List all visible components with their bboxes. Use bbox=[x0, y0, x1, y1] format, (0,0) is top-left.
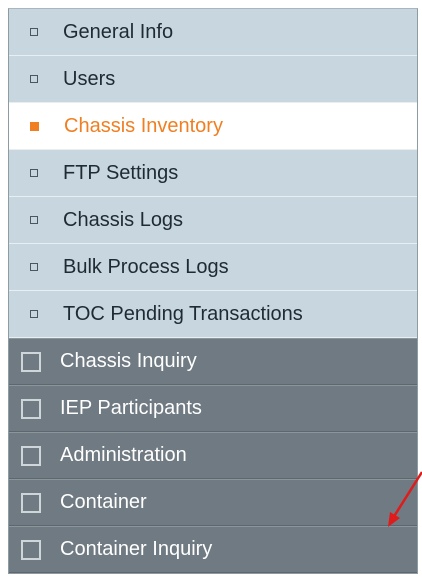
menu-item-container-inquiry[interactable]: Container Inquiry bbox=[9, 526, 417, 573]
submenu-item-general-info[interactable]: General Info bbox=[9, 9, 417, 56]
submenu-item-users[interactable]: Users bbox=[9, 56, 417, 103]
menu-item-label: Chassis Inquiry bbox=[60, 350, 197, 372]
navigation-menu: General Info Users Chassis Inventory FTP… bbox=[8, 8, 418, 574]
submenu-item-label: Users bbox=[63, 67, 116, 90]
bullet-icon bbox=[30, 169, 38, 177]
submenu-item-label: FTP Settings bbox=[63, 161, 179, 184]
menu-item-label: Container bbox=[60, 491, 147, 513]
menu-item-container[interactable]: Container bbox=[9, 479, 417, 526]
bullet-icon bbox=[30, 263, 38, 271]
bullet-icon bbox=[30, 310, 38, 318]
menu-item-iep-participants[interactable]: IEP Participants bbox=[9, 385, 417, 432]
menu-item-administration[interactable]: Administration bbox=[9, 432, 417, 479]
submenu-item-chassis-logs[interactable]: Chassis Logs bbox=[9, 197, 417, 244]
menu-item-label: Container Inquiry bbox=[60, 538, 213, 560]
active-bullet-icon bbox=[30, 121, 39, 131]
menu-item-label: IEP Participants bbox=[60, 397, 202, 419]
square-icon bbox=[21, 445, 41, 466]
submenu-item-bulk-process-logs[interactable]: Bulk Process Logs bbox=[9, 244, 417, 291]
bullet-icon bbox=[30, 216, 38, 224]
submenu-item-label: Chassis Inventory bbox=[64, 114, 223, 137]
square-icon bbox=[21, 539, 41, 560]
square-icon bbox=[21, 492, 41, 513]
square-icon bbox=[21, 351, 41, 372]
square-icon bbox=[21, 398, 41, 419]
submenu-item-toc-pending-transactions[interactable]: TOC Pending Transactions bbox=[9, 291, 417, 338]
submenu-item-ftp-settings[interactable]: FTP Settings bbox=[9, 150, 417, 197]
bullet-icon bbox=[30, 28, 38, 36]
menu-item-chassis-inquiry[interactable]: Chassis Inquiry bbox=[9, 338, 417, 385]
submenu-item-chassis-inventory[interactable]: Chassis Inventory bbox=[9, 103, 417, 150]
submenu-item-label: General Info bbox=[63, 20, 174, 43]
bullet-icon bbox=[30, 75, 38, 83]
submenu-item-label: Chassis Logs bbox=[63, 208, 184, 231]
menu-item-label: Administration bbox=[60, 444, 187, 466]
submenu-item-label: TOC Pending Transactions bbox=[63, 302, 303, 325]
submenu-item-label: Bulk Process Logs bbox=[63, 255, 229, 278]
